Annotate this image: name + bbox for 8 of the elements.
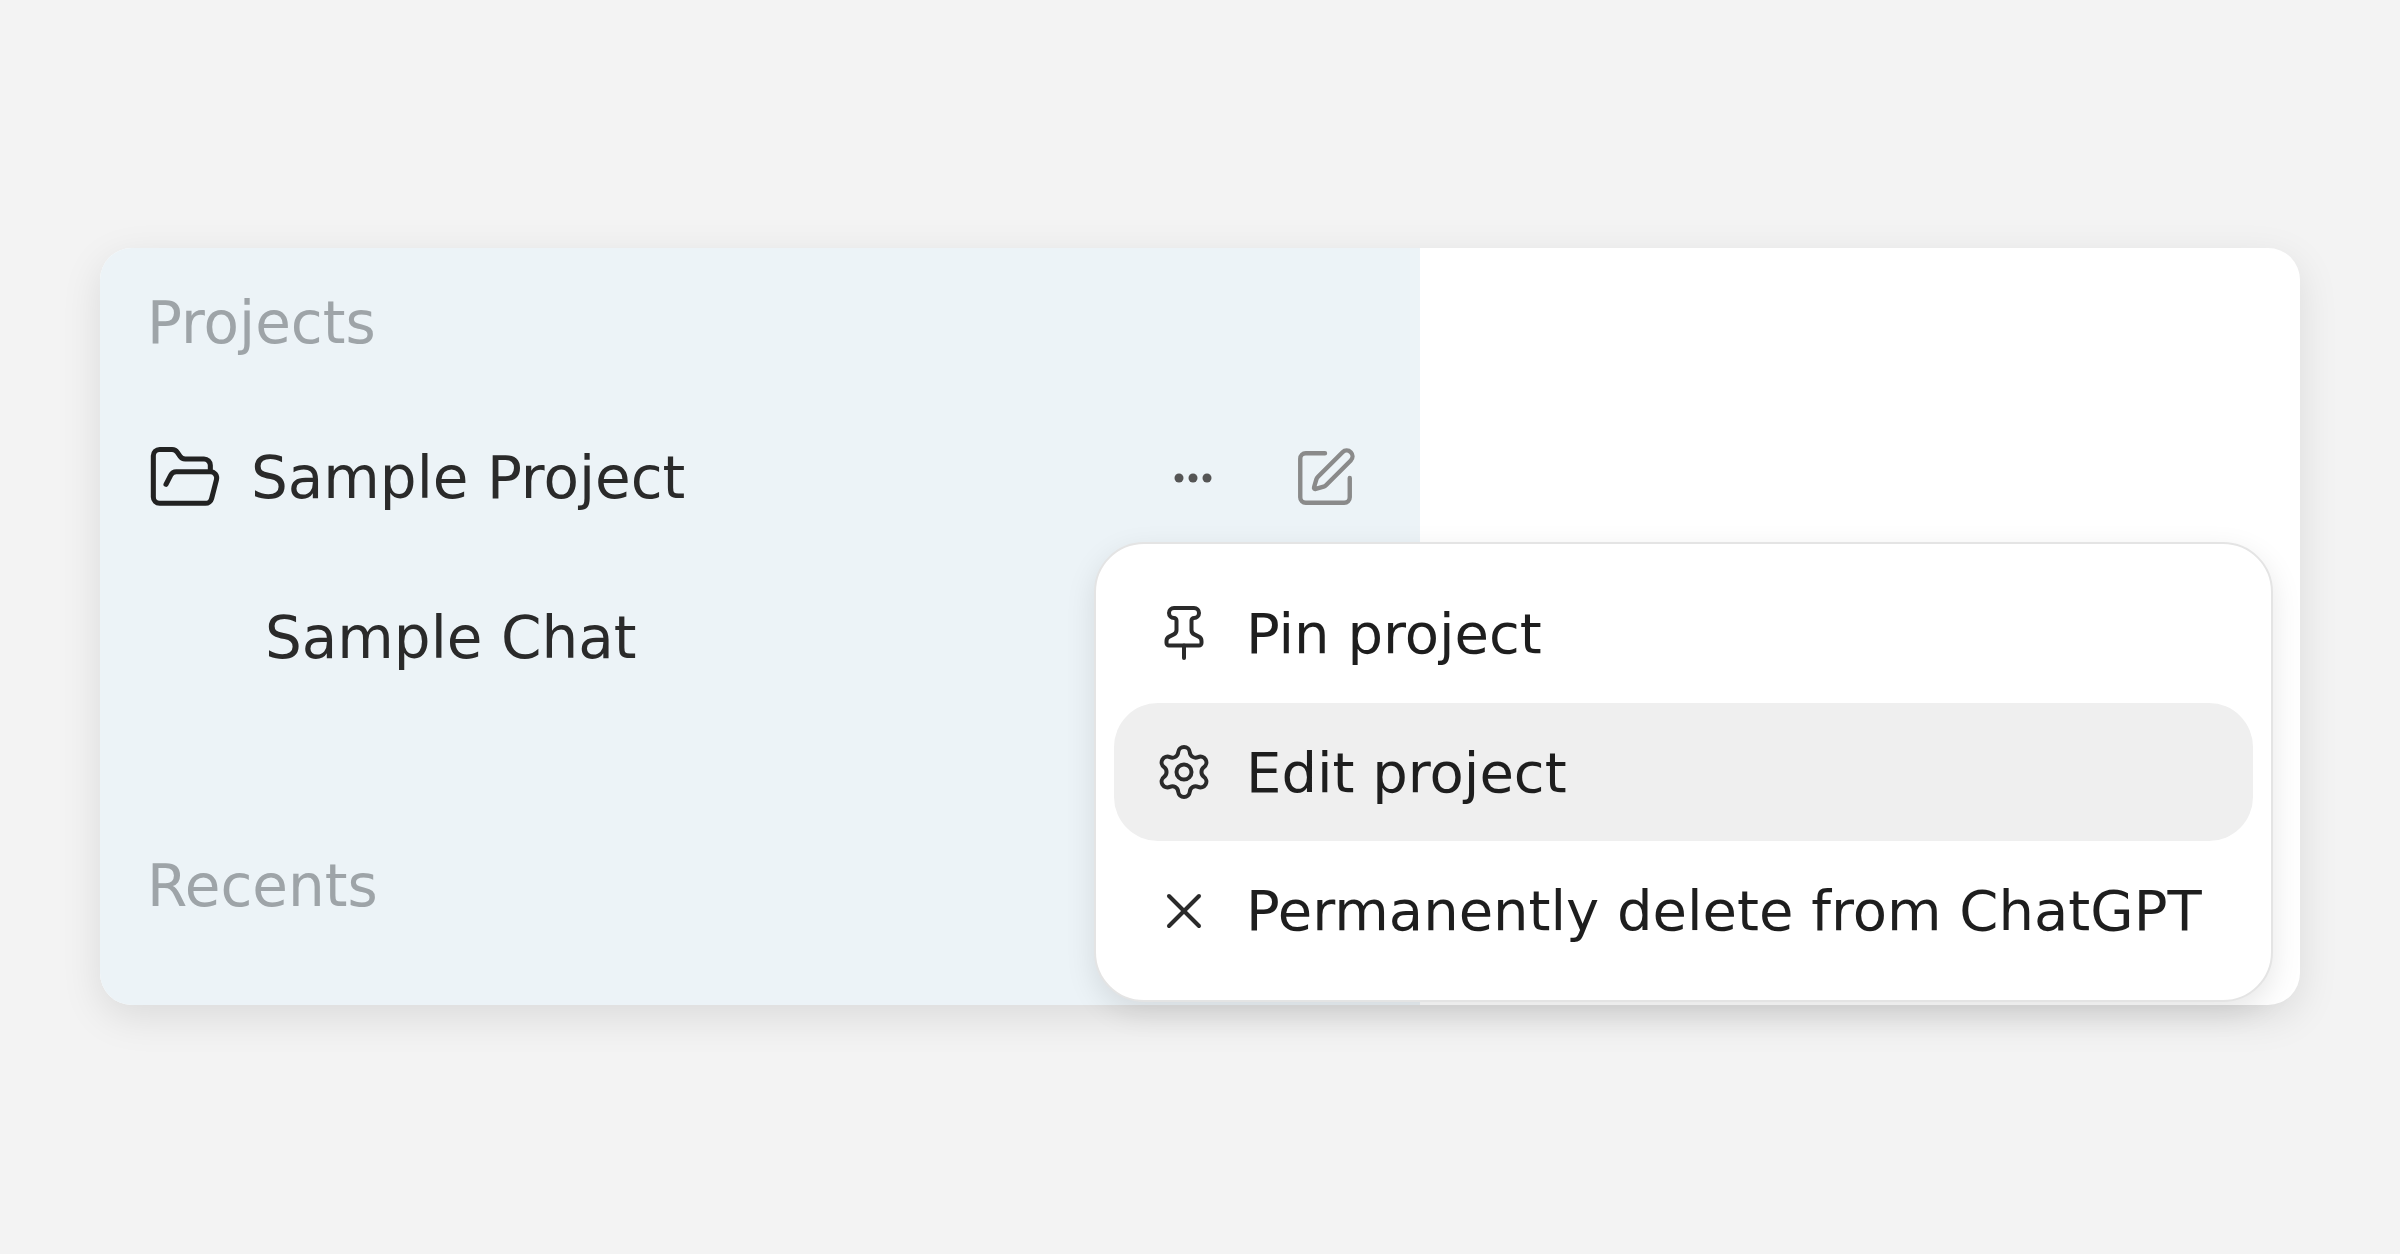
section-heading: Recents bbox=[147, 852, 378, 920]
menu-item[interactable]: Edit project bbox=[1114, 702, 2253, 842]
section-heading: Projects bbox=[147, 289, 376, 357]
menu-item[interactable]: Permanently delete from ChatGPT bbox=[1114, 841, 2253, 980]
ellipsis-icon bbox=[1174, 473, 1212, 483]
project-row[interactable]: Sample Project bbox=[147, 398, 1364, 558]
menu-item[interactable]: Pin project bbox=[1114, 564, 2253, 703]
project-name: Sample Project bbox=[251, 444, 686, 512]
